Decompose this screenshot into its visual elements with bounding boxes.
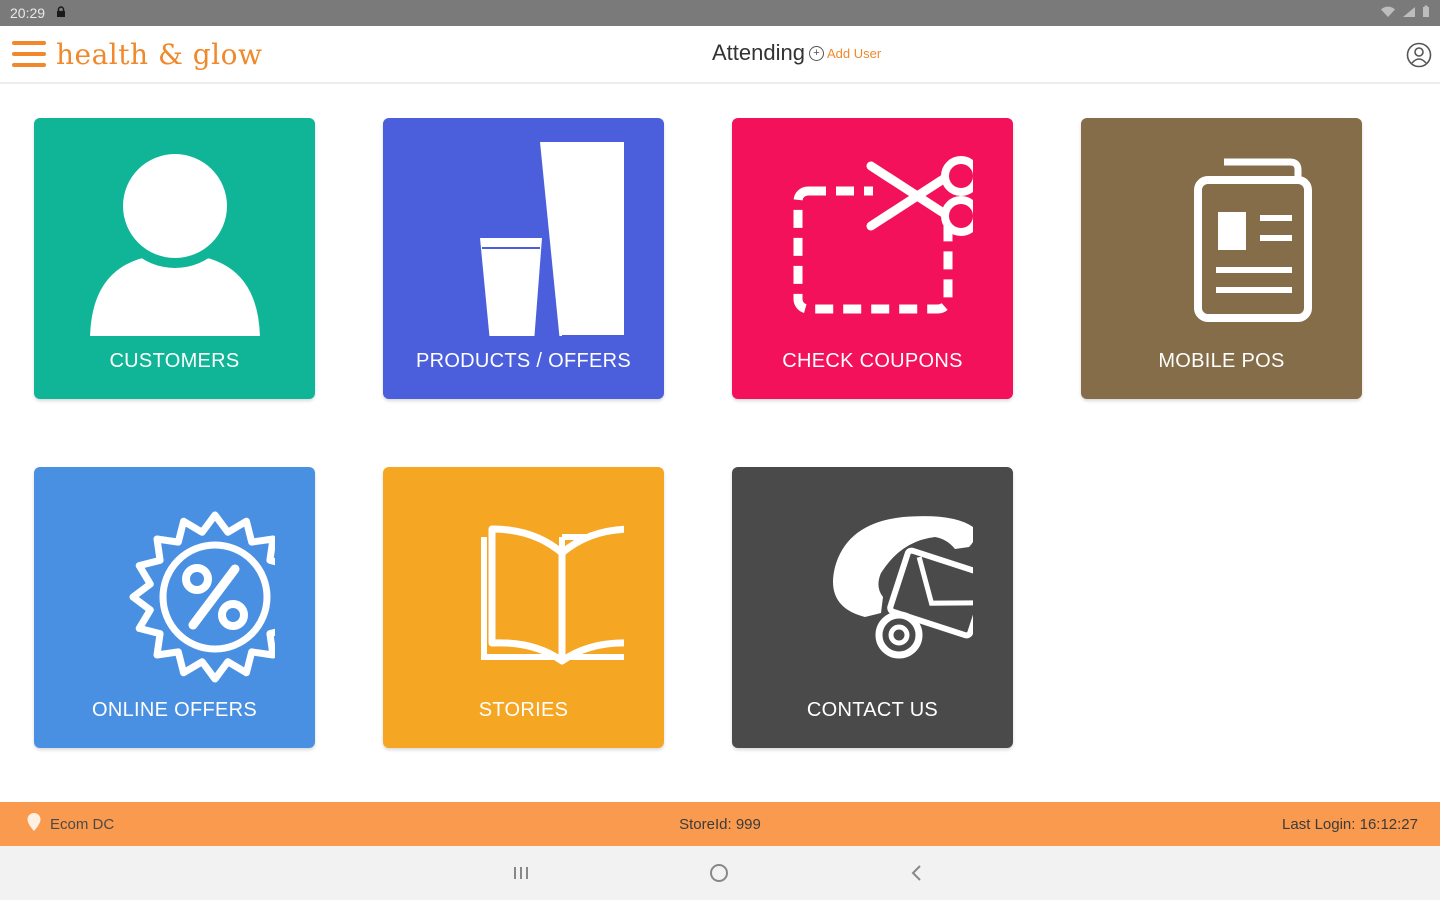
tile-label: STORIES (478, 699, 569, 721)
add-user-label: Add User (826, 45, 882, 61)
store-info-bar: Ecom DC StoreId: 999 Last Login: 16:12:2… (0, 802, 1440, 846)
back-icon[interactable] (903, 859, 931, 887)
tile-label: CUSTOMERS (109, 350, 240, 372)
location-info: Ecom DC (26, 812, 114, 836)
stories-tile[interactable]: STORIES (383, 467, 664, 748)
products-offers-tile[interactable]: PRODUCTS / OFFERS (383, 118, 664, 399)
battery-icon (1422, 5, 1430, 21)
recent-apps-icon[interactable] (507, 859, 535, 887)
lock-icon (55, 5, 67, 21)
customer-icon (89, 144, 260, 336)
user-profile-icon[interactable] (1406, 42, 1432, 68)
discount-badge-icon (129, 511, 275, 683)
signal-icon (1402, 5, 1416, 21)
products-icon (479, 142, 624, 336)
mobile-pos-tile[interactable]: MOBILE POS (1081, 118, 1362, 399)
attending-section: Attending + Add User (712, 40, 881, 66)
add-circle-icon: + (808, 45, 824, 61)
tile-label: MOBILE POS (1158, 350, 1285, 372)
mobile-pos-icon (1193, 158, 1312, 322)
attending-label: Attending (712, 40, 805, 65)
system-status-bar: 20:29 (0, 0, 1440, 26)
location-pin-icon (26, 812, 42, 836)
contact-phone-mail-icon (832, 516, 973, 659)
system-navigation-bar (0, 846, 1440, 900)
open-book-icon (480, 525, 624, 665)
tile-label: ONLINE OFFERS (91, 699, 258, 721)
tile-label: CONTACT US (806, 699, 939, 721)
check-coupons-tile[interactable]: CHECK COUPONS (732, 118, 1013, 399)
wifi-icon (1380, 5, 1396, 21)
tile-label: CHECK COUPONS (782, 350, 963, 372)
location-name: Ecom DC (50, 815, 115, 833)
last-login: Last Login: 16:12:27 (1282, 815, 1418, 833)
customers-tile[interactable]: CUSTOMERS (34, 118, 315, 399)
coupon-scissors-icon (793, 156, 973, 314)
home-icon[interactable] (705, 859, 733, 887)
status-time: 20:29 (10, 5, 46, 21)
tile-label: PRODUCTS / OFFERS (415, 350, 632, 372)
store-id: StoreId: 999 (679, 815, 761, 833)
contact-us-tile[interactable]: CONTACT US (732, 467, 1013, 748)
online-offers-tile[interactable]: ONLINE OFFERS (34, 467, 315, 748)
brand-logo: health & glow (56, 37, 263, 71)
add-user-button[interactable]: + Add User (808, 45, 882, 61)
app-header: health & glow Attending + Add User (0, 26, 1440, 84)
menu-icon[interactable] (12, 41, 46, 67)
